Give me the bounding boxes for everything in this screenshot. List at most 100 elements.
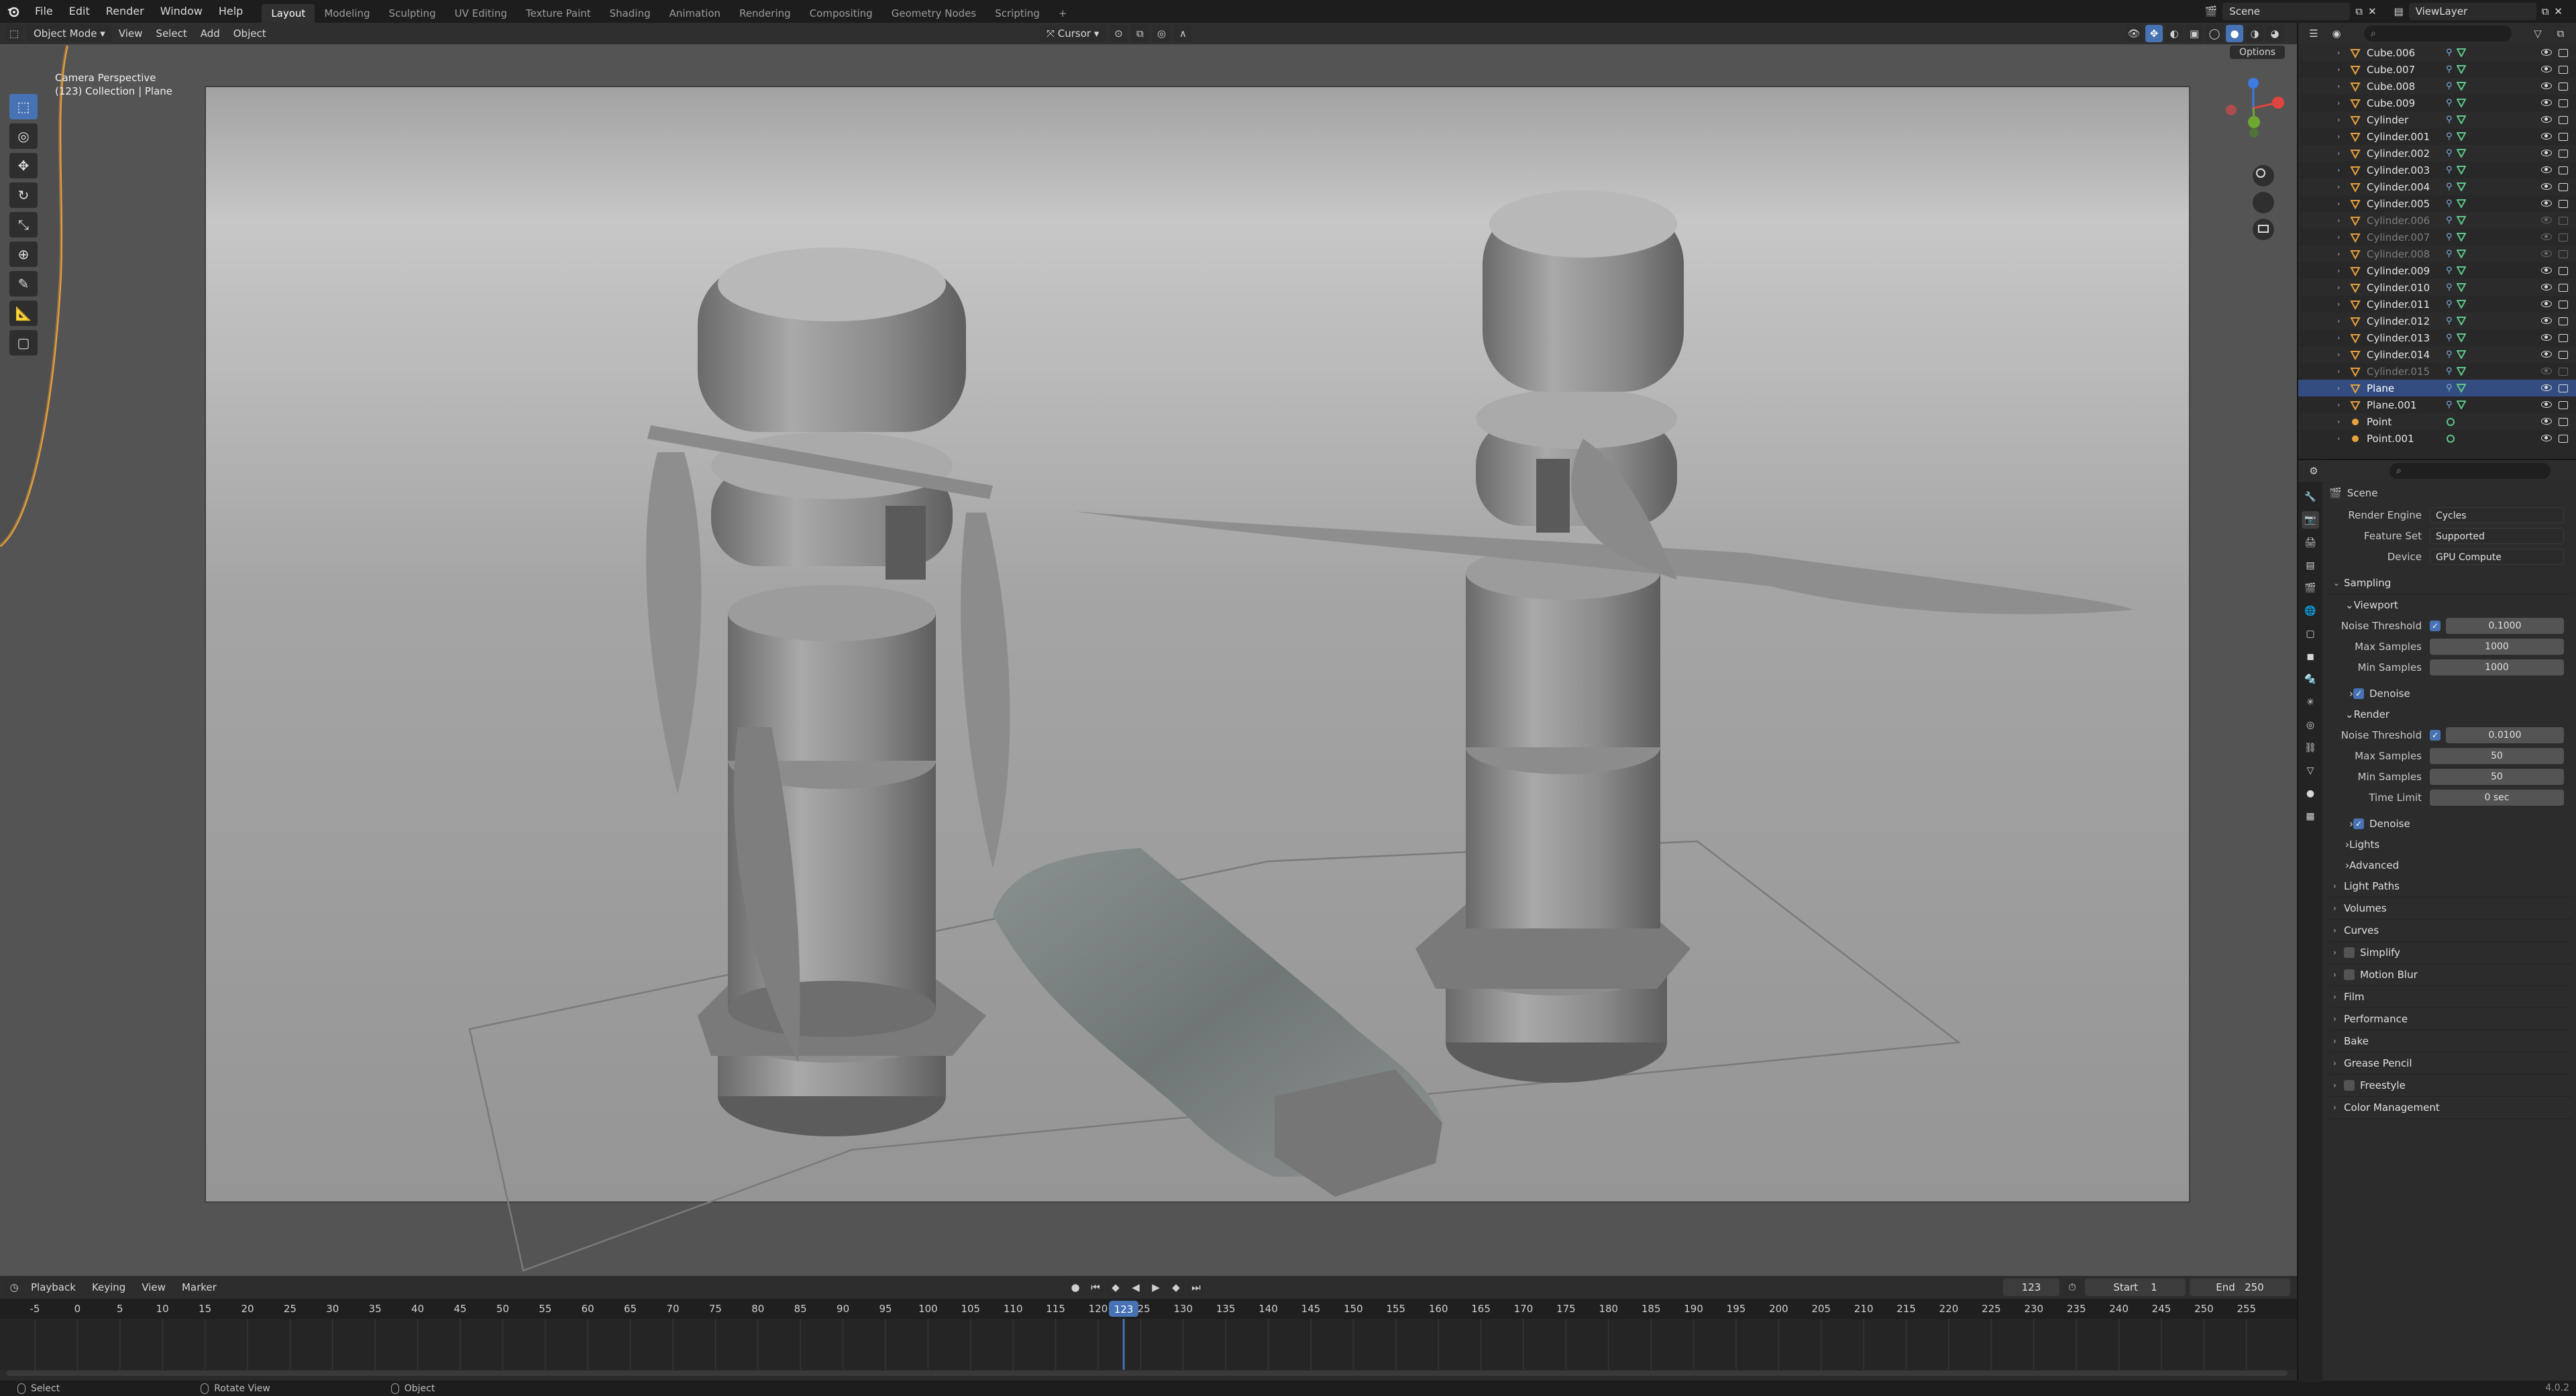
menu-render[interactable]: Render — [98, 0, 152, 23]
object-tab-icon[interactable]: ◼ — [2302, 648, 2319, 665]
outliner-row[interactable]: › Cube.007 ⚲ — [2298, 61, 2576, 78]
rotate-tool-icon[interactable]: ↻ — [9, 182, 38, 208]
scene-tab-icon[interactable]: 🎬 — [2302, 580, 2319, 597]
camera-render-icon[interactable] — [2559, 182, 2568, 191]
tab-rendering[interactable]: Rendering — [730, 4, 800, 23]
modifier-tab-icon[interactable]: 🔩 — [2302, 671, 2319, 688]
visibility-icon[interactable]: 👁 — [2125, 25, 2143, 42]
transform-tool-icon[interactable]: ⊕ — [9, 241, 38, 267]
outliner-row[interactable]: › Cylinder ⚲ — [2298, 111, 2576, 128]
expand-arrow-icon[interactable]: › — [2337, 266, 2347, 275]
expand-arrow-icon[interactable]: › — [2337, 99, 2347, 107]
camera-render-icon[interactable] — [2559, 434, 2568, 443]
outliner-row[interactable]: › Cylinder.015 ⚲ — [2298, 363, 2576, 380]
menu-add[interactable]: Add — [194, 23, 227, 44]
section-performance[interactable]: › Performance — [2329, 1008, 2572, 1030]
properties-search-input[interactable]: ⌕ — [2390, 463, 2551, 479]
particles-tab-icon[interactable]: ✳ — [2302, 694, 2319, 711]
material-shading-icon[interactable]: ◑ — [2246, 25, 2263, 42]
rendered-shading-icon[interactable]: ◕ — [2266, 25, 2284, 42]
expand-arrow-icon[interactable]: › — [2337, 48, 2347, 57]
outliner-row[interactable]: › Cylinder.009 ⚲ — [2298, 262, 2576, 279]
falloff-icon[interactable]: ∧ — [1174, 25, 1192, 42]
annotate-tool-icon[interactable]: ✎ — [9, 271, 38, 297]
end-frame-field[interactable]: End 250 — [2190, 1279, 2290, 1296]
next-keyframe-icon[interactable]: ◆ — [1167, 1279, 1185, 1296]
camera-render-icon[interactable] — [2559, 48, 2568, 57]
play-icon[interactable]: ▶ — [1147, 1279, 1165, 1296]
blender-logo-icon[interactable] — [0, 0, 27, 23]
render-min-samples-field[interactable]: 50 — [2430, 768, 2564, 785]
eye-icon[interactable] — [2541, 182, 2552, 190]
data-tab-icon[interactable]: ▽ — [2302, 762, 2319, 780]
tab-sculpting[interactable]: Sculpting — [380, 4, 445, 23]
navigation-gizmo[interactable] — [2216, 71, 2290, 259]
expand-arrow-icon[interactable]: › — [2337, 149, 2347, 158]
transform-orientation-dropdown[interactable]: ⤧ Cursor ▾ — [1040, 25, 1106, 42]
overlay-toggle-icon[interactable]: ◐ — [2165, 25, 2183, 42]
camera-render-icon[interactable] — [2559, 384, 2568, 392]
eye-icon[interactable] — [2541, 65, 2552, 72]
options-button[interactable]: Options — [2229, 46, 2285, 59]
outliner-row[interactable]: › Cube.008 ⚲ — [2298, 78, 2576, 95]
menu-marker[interactable]: Marker — [174, 1281, 225, 1293]
expand-arrow-icon[interactable]: › — [2337, 400, 2347, 409]
xray-icon[interactable]: ▣ — [2186, 25, 2203, 42]
jump-start-icon[interactable]: ⏮ — [1087, 1279, 1104, 1296]
camera-render-icon[interactable] — [2559, 266, 2568, 275]
section-grease-pencil[interactable]: › Grease Pencil — [2329, 1053, 2572, 1075]
select-box-tool-icon[interactable]: ⬚ — [9, 94, 38, 119]
expand-arrow-icon[interactable]: › — [2337, 300, 2347, 309]
cursor-tool-icon[interactable]: ◎ — [9, 123, 38, 149]
eye-icon[interactable] — [2541, 384, 2552, 391]
outliner-row[interactable]: › Cylinder.005 ⚲ — [2298, 195, 2576, 212]
camera-render-icon[interactable] — [2559, 65, 2568, 74]
expand-arrow-icon[interactable]: › — [2337, 317, 2347, 325]
menu-playback[interactable]: Playback — [23, 1281, 84, 1293]
constraints-tab-icon[interactable]: ⛓ — [2302, 739, 2319, 757]
axis-x-icon[interactable] — [2272, 97, 2284, 109]
render-noise-threshold-checkbox[interactable]: ✓ — [2430, 729, 2440, 741]
outliner-row[interactable]: › Cylinder.004 ⚲ — [2298, 178, 2576, 195]
eye-icon[interactable] — [2541, 199, 2552, 207]
noise-threshold-checkbox[interactable]: ✓ — [2430, 620, 2440, 631]
outliner-row[interactable]: › Cylinder.007 ⚲ — [2298, 229, 2576, 246]
eye-icon[interactable] — [2541, 333, 2552, 341]
eye-icon[interactable] — [2541, 216, 2552, 223]
eye-icon[interactable] — [2541, 166, 2552, 173]
expand-arrow-icon[interactable]: › — [2337, 199, 2347, 208]
section-bake[interactable]: › Bake — [2329, 1030, 2572, 1053]
snap-icon[interactable]: ⧉ — [1131, 25, 1149, 42]
axis-y-icon[interactable] — [2248, 116, 2260, 128]
add-workspace-button[interactable]: + — [1049, 4, 1077, 23]
expand-arrow-icon[interactable]: › — [2337, 333, 2347, 342]
properties-editor[interactable]: ⚙ ⌕ 🔧 📷 🖨 ▤ 🎬 🌐 ▢ ◼ 🔩 ✳ ◎ ⛓ ▽ ● ▦ 🎬 Scene… — [2297, 459, 2576, 1382]
expand-arrow-icon[interactable]: › — [2337, 367, 2347, 376]
expand-arrow-icon[interactable]: › — [2337, 233, 2347, 241]
menu-object[interactable]: Object — [227, 23, 273, 44]
camera-render-icon[interactable] — [2559, 300, 2568, 309]
tab-modeling[interactable]: Modeling — [315, 4, 379, 23]
start-frame-field[interactable]: Start 1 — [2085, 1279, 2186, 1296]
eye-icon[interactable] — [2541, 400, 2552, 408]
eye-icon[interactable] — [2541, 317, 2552, 324]
advanced-subsection[interactable]: › Advanced — [2329, 855, 2572, 875]
expand-arrow-icon[interactable]: › — [2337, 65, 2347, 74]
scene-name-field[interactable]: Scene — [2222, 3, 2351, 20]
expand-arrow-icon[interactable]: › — [2337, 216, 2347, 225]
close-icon[interactable]: ✕ — [2554, 5, 2563, 17]
filter-icon[interactable]: ▽ — [2529, 25, 2546, 42]
menu-edit[interactable]: Edit — [61, 0, 98, 23]
eye-icon[interactable] — [2541, 434, 2552, 441]
expand-arrow-icon[interactable]: › — [2337, 82, 2347, 91]
measure-tool-icon[interactable]: 📐 — [9, 301, 38, 326]
copy-icon[interactable]: ⧉ — [2542, 5, 2549, 17]
section-motion-blur[interactable]: › Motion Blur — [2329, 964, 2572, 986]
close-icon[interactable]: ✕ — [2368, 5, 2377, 17]
section-color-management[interactable]: › Color Management — [2329, 1097, 2572, 1119]
tab-animation[interactable]: Animation — [660, 4, 730, 23]
pan-hand-icon[interactable] — [2253, 192, 2274, 213]
camera-render-icon[interactable] — [2559, 115, 2568, 124]
solid-shading-icon[interactable]: ● — [2226, 25, 2243, 42]
eye-icon[interactable] — [2541, 115, 2552, 123]
